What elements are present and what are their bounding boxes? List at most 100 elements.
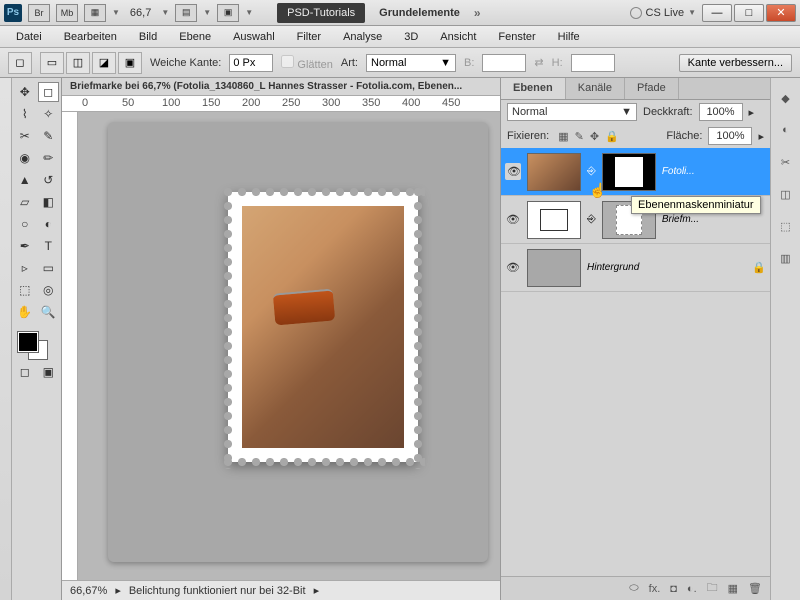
- menu-item[interactable]: Hilfe: [548, 28, 590, 46]
- screenmode-icon[interactable]: ▣: [38, 362, 60, 382]
- quickmask-icon[interactable]: ◻: [14, 362, 36, 382]
- layer-row[interactable]: 👁 Hintergrund 🔒: [501, 244, 770, 292]
- menu-item[interactable]: Bearbeiten: [54, 28, 127, 46]
- fill-input[interactable]: 100%: [708, 127, 752, 145]
- menu-item[interactable]: Fenster: [488, 28, 545, 46]
- menu-item[interactable]: Datei: [6, 28, 52, 46]
- mask-thumbnail[interactable]: [602, 153, 656, 191]
- gradient-tool[interactable]: ◧: [38, 192, 60, 212]
- color-swatch[interactable]: [14, 330, 59, 360]
- dropdown-icon[interactable]: ▼: [161, 8, 169, 17]
- brush-tool[interactable]: ✏: [38, 148, 60, 168]
- fg-color[interactable]: [18, 332, 38, 352]
- visibility-icon[interactable]: 👁: [505, 261, 521, 274]
- dropdown-icon[interactable]: ▼: [112, 8, 120, 17]
- fx-icon[interactable]: fx.: [649, 583, 661, 595]
- layer-name[interactable]: Fotoli...: [662, 166, 766, 177]
- layers-icon[interactable]: ◫: [776, 184, 796, 204]
- lasso-tool[interactable]: ⌇: [14, 104, 36, 124]
- document-tab[interactable]: Briefmarke bei 66,7% (Fotolia_1340860_L …: [62, 78, 500, 96]
- wand-tool[interactable]: ✧: [38, 104, 60, 124]
- dodge-tool[interactable]: ◐: [38, 214, 60, 234]
- layer-thumbnail[interactable]: [527, 201, 581, 239]
- camera-tool[interactable]: ◎: [38, 280, 60, 300]
- menu-item[interactable]: Auswahl: [223, 28, 285, 46]
- channels-icon[interactable]: ▥: [776, 248, 796, 268]
- pen-tool[interactable]: ✒: [14, 236, 36, 256]
- menu-item[interactable]: Ebene: [169, 28, 221, 46]
- screen-mode-icon[interactable]: ▣: [217, 4, 239, 22]
- lock-icons[interactable]: ▦✎✥🔒: [555, 130, 622, 143]
- link-icon[interactable]: ⎆: [587, 213, 596, 226]
- layer-name[interactable]: Hintergrund: [587, 262, 746, 273]
- minibridge-button[interactable]: Mb: [56, 4, 78, 22]
- menu-item[interactable]: 3D: [394, 28, 428, 46]
- eraser-tool[interactable]: ▱: [14, 192, 36, 212]
- link-icon[interactable]: ⎆: [587, 165, 596, 178]
- layer-thumbnail[interactable]: [527, 249, 581, 287]
- close-button[interactable]: ✕: [766, 4, 796, 22]
- menu-item[interactable]: Bild: [129, 28, 167, 46]
- mask-icon[interactable]: ◘: [670, 583, 677, 595]
- hand-tool[interactable]: ✋: [14, 302, 36, 322]
- maximize-button[interactable]: □: [734, 4, 764, 22]
- 3d-tool[interactable]: ⬚: [14, 280, 36, 300]
- visibility-icon[interactable]: 👁: [505, 163, 521, 180]
- layer-name[interactable]: Briefm...: [662, 214, 766, 225]
- chevron-right-icon[interactable]: »: [474, 6, 481, 20]
- layer-row[interactable]: 👁 ⎆ Fotoli...: [501, 148, 770, 196]
- blend-mode-select[interactable]: Normal▼: [507, 103, 637, 121]
- toolbar-icon[interactable]: ▦: [84, 4, 106, 22]
- view-icon[interactable]: ▤: [175, 4, 197, 22]
- marquee-intersect-icon[interactable]: ▣: [118, 52, 142, 74]
- tool-preset-icon[interactable]: ◻: [8, 52, 32, 74]
- opacity-input[interactable]: 100%: [699, 103, 743, 121]
- crop-tool[interactable]: ✂: [14, 126, 36, 146]
- blur-tool[interactable]: ○: [14, 214, 36, 234]
- layer-thumbnail[interactable]: [527, 153, 581, 191]
- left-collapse-rail[interactable]: [0, 78, 12, 600]
- cslive-button[interactable]: CS Live▼: [630, 7, 696, 19]
- minimize-button[interactable]: —: [702, 4, 732, 22]
- panel-tab[interactable]: Kanäle: [566, 78, 625, 99]
- path-tool[interactable]: ▹: [14, 258, 36, 278]
- stamp-tool[interactable]: ▲: [14, 170, 36, 190]
- group-icon[interactable]: 🗀: [707, 579, 718, 598]
- new-layer-icon[interactable]: ▦: [728, 582, 738, 595]
- ruler-mark: 300: [322, 97, 340, 109]
- paths-icon[interactable]: ⬚: [776, 216, 796, 236]
- menu-item[interactable]: Filter: [287, 28, 331, 46]
- history-brush-tool[interactable]: ↺: [38, 170, 60, 190]
- canvas[interactable]: [78, 112, 500, 580]
- bridge-button[interactable]: Br: [28, 4, 50, 22]
- adjustments-icon[interactable]: ◐: [776, 120, 796, 140]
- marquee-add-icon[interactable]: ◫: [66, 52, 90, 74]
- style-select[interactable]: Normal▼: [366, 54, 456, 72]
- marquee-rect-icon[interactable]: ▭: [40, 52, 64, 74]
- marquee-sub-icon[interactable]: ◪: [92, 52, 116, 74]
- adjustment-icon[interactable]: ◐.: [687, 583, 697, 595]
- menu-item[interactable]: Analyse: [333, 28, 392, 46]
- marquee-tool[interactable]: ◻: [38, 82, 60, 102]
- zoom-value[interactable]: 66,7: [126, 7, 155, 19]
- heal-tool[interactable]: ◉: [14, 148, 36, 168]
- type-tool[interactable]: T: [38, 236, 60, 256]
- feather-input[interactable]: 0 Px: [229, 54, 273, 72]
- workspace-tab[interactable]: Grundelemente: [371, 3, 468, 23]
- swatches-icon[interactable]: ◆: [776, 88, 796, 108]
- move-tool[interactable]: ✥: [14, 82, 36, 102]
- link-layers-icon[interactable]: ⬭: [629, 582, 638, 595]
- shape-tool[interactable]: ▭: [38, 258, 60, 278]
- status-zoom[interactable]: 66,67%: [70, 585, 107, 597]
- eyedropper-tool[interactable]: ✎: [38, 126, 60, 146]
- refine-edge-button[interactable]: Kante verbessern...: [679, 54, 792, 72]
- menu-item[interactable]: Ansicht: [430, 28, 486, 46]
- visibility-icon[interactable]: 👁: [505, 213, 521, 226]
- workspace-tab[interactable]: PSD-Tutorials: [277, 3, 365, 23]
- lock-label: Fixieren:: [507, 130, 549, 142]
- panel-tab[interactable]: Pfade: [625, 78, 679, 99]
- panel-tab[interactable]: Ebenen: [501, 78, 566, 99]
- crop-icon[interactable]: ✂: [776, 152, 796, 172]
- zoom-tool[interactable]: 🔍: [38, 302, 60, 322]
- trash-icon[interactable]: 🗑: [748, 582, 762, 595]
